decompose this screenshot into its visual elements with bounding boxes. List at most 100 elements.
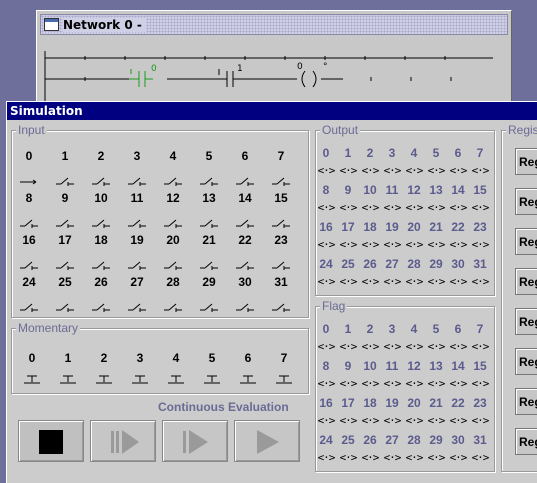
- register-button[interactable]: Reg: [515, 188, 537, 215]
- output-coil-icon[interactable]: <·>: [447, 275, 469, 288]
- output-coil-icon[interactable]: <·>: [447, 164, 469, 177]
- flag-coil-icon[interactable]: <·>: [469, 451, 491, 464]
- step-button[interactable]: [90, 420, 156, 462]
- momentary-button-icon[interactable]: [17, 370, 47, 384]
- flag-coil-icon[interactable]: <·>: [381, 377, 403, 390]
- input-switch-icon[interactable]: [122, 171, 152, 186]
- output-coil-icon[interactable]: <·>: [469, 201, 491, 214]
- input-switch-icon[interactable]: [230, 297, 260, 312]
- flag-coil-icon[interactable]: <·>: [447, 340, 469, 353]
- flag-coil-icon[interactable]: <·>: [425, 451, 447, 464]
- output-coil-icon[interactable]: <·>: [337, 275, 359, 288]
- flag-coil-icon[interactable]: <·>: [337, 414, 359, 427]
- input-switch-icon[interactable]: [194, 255, 224, 270]
- output-coil-icon[interactable]: <·>: [359, 238, 381, 251]
- input-switch-icon[interactable]: [194, 213, 224, 228]
- register-button[interactable]: Reg: [515, 268, 537, 295]
- input-switch-icon[interactable]: [122, 255, 152, 270]
- flag-coil-icon[interactable]: <·>: [447, 414, 469, 427]
- flag-coil-icon[interactable]: <·>: [469, 414, 491, 427]
- run-once-button[interactable]: [162, 420, 228, 462]
- momentary-button-icon[interactable]: [197, 370, 227, 384]
- momentary-button-icon[interactable]: [269, 370, 299, 384]
- contact-0[interactable]: [130, 69, 153, 87]
- input-switch-icon[interactable]: [266, 255, 296, 270]
- output-coil-icon[interactable]: <·>: [359, 275, 381, 288]
- flag-coil-icon[interactable]: <·>: [381, 340, 403, 353]
- input-switch-icon[interactable]: [194, 171, 224, 186]
- input-switch-icon[interactable]: [86, 297, 116, 312]
- flag-coil-icon[interactable]: <·>: [337, 340, 359, 353]
- flag-coil-icon[interactable]: <·>: [425, 340, 447, 353]
- output-coil-icon[interactable]: <·>: [315, 275, 337, 288]
- output-coil-icon[interactable]: <·>: [469, 275, 491, 288]
- output-coil-icon[interactable]: <·>: [403, 238, 425, 251]
- input-switch-icon[interactable]: [14, 297, 44, 312]
- flag-coil-icon[interactable]: <·>: [447, 451, 469, 464]
- output-coil-icon[interactable]: <·>: [337, 238, 359, 251]
- stop-button[interactable]: [18, 420, 84, 462]
- flag-coil-icon[interactable]: <·>: [469, 377, 491, 390]
- input-switch-icon[interactable]: [230, 255, 260, 270]
- flag-coil-icon[interactable]: <·>: [425, 377, 447, 390]
- input-switch-icon[interactable]: [266, 171, 296, 186]
- input-switch-icon[interactable]: [50, 255, 80, 270]
- input-switch-icon[interactable]: [158, 213, 188, 228]
- register-button[interactable]: Reg: [515, 388, 537, 415]
- momentary-button-icon[interactable]: [233, 370, 263, 384]
- input-switch-icon[interactable]: [86, 213, 116, 228]
- flag-coil-icon[interactable]: <·>: [315, 414, 337, 427]
- output-coil-icon[interactable]: <·>: [403, 201, 425, 214]
- input-switch-icon[interactable]: [86, 255, 116, 270]
- input-switch-icon[interactable]: [158, 297, 188, 312]
- input-switch-icon[interactable]: [50, 213, 80, 228]
- output-coil-icon[interactable]: <·>: [315, 164, 337, 177]
- flag-coil-icon[interactable]: <·>: [337, 451, 359, 464]
- output-coil-icon[interactable]: <·>: [447, 201, 469, 214]
- output-coil-icon[interactable]: <·>: [403, 275, 425, 288]
- output-coil-icon[interactable]: <·>: [425, 238, 447, 251]
- flag-coil-icon[interactable]: <·>: [381, 451, 403, 464]
- flag-coil-icon[interactable]: <·>: [315, 451, 337, 464]
- input-switch-icon[interactable]: [14, 213, 44, 228]
- output-coil-icon[interactable]: <·>: [315, 201, 337, 214]
- register-button[interactable]: Reg: [515, 148, 537, 175]
- flag-coil-icon[interactable]: <·>: [381, 414, 403, 427]
- flag-coil-icon[interactable]: <·>: [403, 414, 425, 427]
- flag-coil-icon[interactable]: <·>: [337, 377, 359, 390]
- input-switch-icon[interactable]: [266, 213, 296, 228]
- momentary-button-icon[interactable]: [53, 370, 83, 384]
- output-coil-icon[interactable]: <·>: [337, 164, 359, 177]
- flag-coil-icon[interactable]: <·>: [359, 340, 381, 353]
- output-coil-icon[interactable]: <·>: [315, 238, 337, 251]
- input-switch-icon[interactable]: [122, 297, 152, 312]
- output-coil-icon[interactable]: <·>: [359, 164, 381, 177]
- output-coil-icon[interactable]: <·>: [469, 238, 491, 251]
- flag-coil-icon[interactable]: <·>: [469, 340, 491, 353]
- input-switch-icon[interactable]: [14, 255, 44, 270]
- input-switch-icon[interactable]: [86, 171, 116, 186]
- register-button[interactable]: Reg: [515, 228, 537, 255]
- flag-coil-icon[interactable]: <·>: [403, 451, 425, 464]
- output-coil-icon[interactable]: <·>: [469, 164, 491, 177]
- input-switch-icon[interactable]: [158, 171, 188, 186]
- input-switch-icon[interactable]: [14, 171, 44, 185]
- flag-coil-icon[interactable]: <·>: [403, 377, 425, 390]
- input-switch-icon[interactable]: [122, 213, 152, 228]
- flag-coil-icon[interactable]: <·>: [447, 377, 469, 390]
- run-button[interactable]: [234, 420, 300, 462]
- network-window-titlebar[interactable]: Network 0 -: [40, 14, 508, 35]
- input-switch-icon[interactable]: [194, 297, 224, 312]
- output-coil-icon[interactable]: <·>: [425, 201, 447, 214]
- input-switch-icon[interactable]: [230, 213, 260, 228]
- output-coil-icon[interactable]: <·>: [381, 238, 403, 251]
- flag-coil-icon[interactable]: <·>: [315, 340, 337, 353]
- flag-coil-icon[interactable]: <·>: [425, 414, 447, 427]
- flag-coil-icon[interactable]: <·>: [403, 340, 425, 353]
- input-switch-icon[interactable]: [158, 255, 188, 270]
- output-coil-icon[interactable]: <·>: [403, 164, 425, 177]
- input-switch-icon[interactable]: [230, 171, 260, 186]
- output-coil-icon[interactable]: <·>: [381, 164, 403, 177]
- momentary-button-icon[interactable]: [125, 370, 155, 384]
- register-button[interactable]: Reg: [515, 428, 537, 455]
